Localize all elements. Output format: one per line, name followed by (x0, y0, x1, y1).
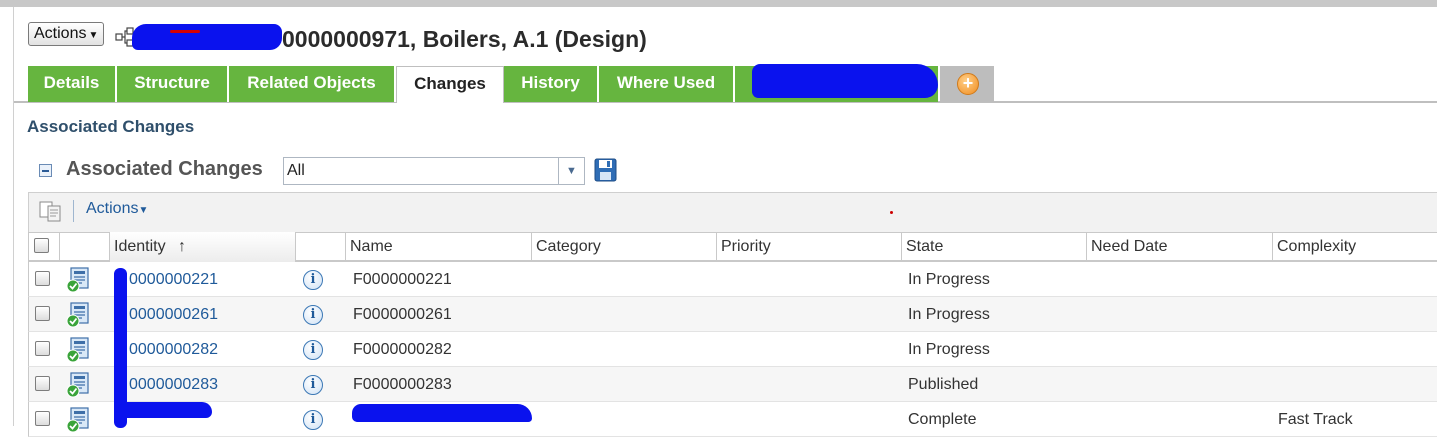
table-row[interactable]: 0000000282 i F0000000282 In Progress (28, 332, 1437, 367)
column-priority[interactable]: Priority (717, 232, 902, 262)
row-checkbox[interactable] (35, 341, 50, 356)
save-icon[interactable] (594, 158, 617, 182)
tab-related-objects[interactable]: Related Objects (229, 66, 396, 102)
change-notice-icon (65, 301, 91, 329)
select-all-checkbox[interactable] (34, 238, 49, 253)
info-icon[interactable]: i (303, 375, 323, 395)
row-name: F0000000221 (353, 271, 452, 288)
tab-structure[interactable]: Structure (117, 66, 229, 102)
row-identity-link[interactable]: 0000000282 (129, 332, 218, 367)
column-category[interactable]: Category (532, 232, 717, 262)
table-row[interactable]: 0000000221 i F0000000221 In Progress (28, 262, 1437, 297)
row-name: F0000000283 (353, 376, 452, 393)
row-checkbox[interactable] (35, 271, 50, 286)
row-name: F0000000261 (353, 306, 452, 323)
column-need-date[interactable]: Need Date (1087, 232, 1273, 262)
table-row[interactable]: i Complete Fast Track (28, 402, 1437, 437)
column-type-icon (60, 232, 110, 262)
column-info (296, 232, 346, 262)
change-notice-icon (65, 371, 91, 399)
row-state: In Progress (908, 271, 990, 288)
artifact-dot (890, 211, 893, 214)
column-identity[interactable]: Identity ↑ (110, 232, 296, 262)
copy-icon[interactable] (38, 199, 64, 223)
info-icon[interactable]: i (303, 270, 323, 290)
change-notice-icon (65, 406, 91, 434)
change-notice-icon (65, 266, 91, 294)
toolbar-separator (73, 200, 74, 222)
chevron-down-icon: ▼ (558, 158, 584, 184)
toolbar-actions-label: Actions (86, 200, 139, 217)
table-row[interactable]: 0000000261 i F0000000261 In Progress (28, 297, 1437, 332)
row-identity-link[interactable]: 0000000221 (129, 262, 218, 297)
info-icon[interactable]: i (303, 340, 323, 360)
row-checkbox[interactable] (35, 306, 50, 321)
column-state[interactable]: State (902, 232, 1087, 262)
row-state: In Progress (908, 306, 990, 323)
tab-changes[interactable]: Changes (396, 66, 504, 103)
tab-history[interactable]: History (504, 66, 599, 102)
info-icon[interactable]: i (303, 305, 323, 325)
section-heading: Associated Changes (27, 117, 195, 136)
info-icon[interactable]: i (303, 410, 323, 430)
row-complexity: Fast Track (1278, 411, 1353, 428)
redaction-mark (132, 24, 282, 50)
row-state: Published (908, 376, 979, 393)
change-notice-icon (65, 336, 91, 364)
redaction-mark-accent (170, 30, 200, 33)
column-select-all (28, 232, 60, 262)
table-row[interactable]: 0000000283 i F0000000283 Published (28, 367, 1437, 402)
table-toolbar (28, 192, 1437, 232)
row-checkbox[interactable] (35, 376, 50, 391)
window-top-border (0, 0, 1437, 7)
column-identity-label: Identity (114, 238, 166, 255)
row-state: Complete (908, 411, 977, 428)
view-filter-select[interactable]: All ▼ (283, 157, 585, 185)
redaction-mark (118, 402, 212, 418)
row-identity-link[interactable]: 0000000283 (129, 367, 218, 402)
column-complexity[interactable]: Complexity (1273, 232, 1437, 262)
add-tab-button[interactable]: + (940, 66, 994, 102)
plus-circle-icon: + (957, 73, 979, 95)
row-state: In Progress (908, 341, 990, 358)
collapse-icon[interactable] (39, 164, 52, 177)
tab-details[interactable]: Details (28, 66, 117, 102)
table-title: Associated Changes (66, 158, 263, 180)
redaction-mark (352, 404, 532, 422)
header-actions-button[interactable]: Actions ▼ (28, 22, 104, 46)
column-name[interactable]: Name (346, 232, 532, 262)
left-frame (0, 7, 14, 426)
redaction-mark (752, 64, 938, 98)
row-identity-link[interactable]: 0000000261 (129, 297, 218, 332)
chevron-down-icon: ▼ (88, 30, 99, 41)
view-filter-value: All (287, 162, 305, 179)
page-title: 0000000971, Boilers, A.1 (Design) (282, 26, 647, 52)
row-checkbox[interactable] (35, 411, 50, 426)
sort-ascending-icon: ↑ (178, 238, 187, 255)
tab-where-used[interactable]: Where Used (599, 66, 735, 102)
row-name: F0000000282 (353, 341, 452, 358)
chevron-down-icon: ▼ (138, 205, 149, 216)
toolbar-actions-menu[interactable]: Actions▼ (86, 200, 148, 218)
header-actions-label: Actions (34, 25, 87, 42)
